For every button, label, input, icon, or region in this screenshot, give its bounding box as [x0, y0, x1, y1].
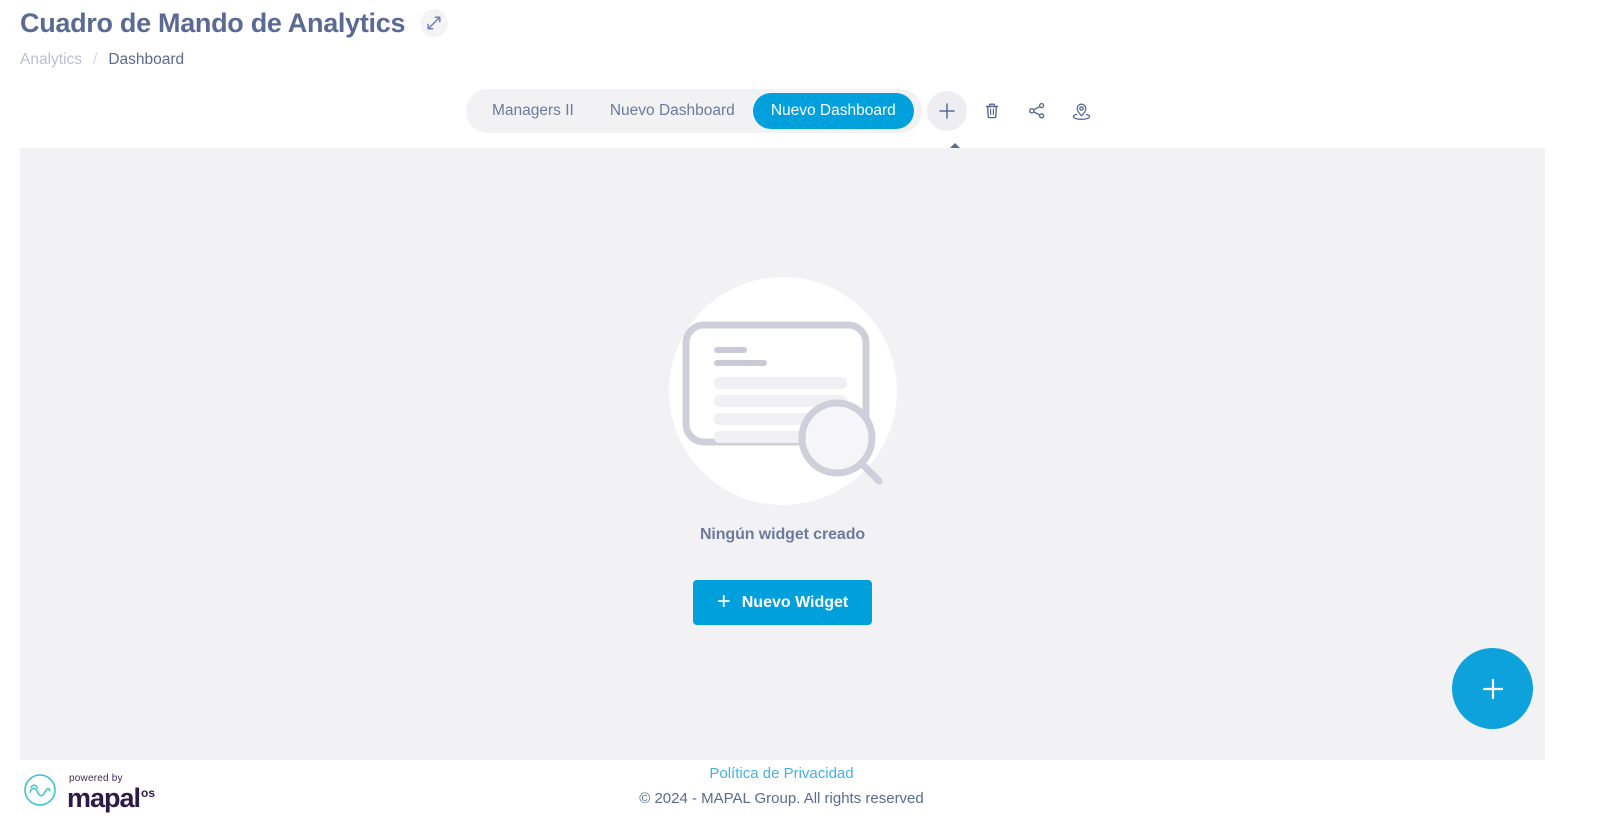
add-dashboard-button[interactable] — [926, 91, 967, 131]
tab-nuevo-dashboard-2[interactable]: Nuevo Dashboard — [752, 93, 914, 129]
tab-managers-ii[interactable]: Managers II — [474, 93, 592, 129]
location-pin-icon — [1071, 101, 1092, 122]
illustration-graphic — [682, 321, 882, 485]
empty-state-message: Ningún widget creado — [699, 526, 866, 543]
app-page: Cuadro de Mando de Analytics Analytics /… — [0, 0, 1600, 831]
page-title: Cuadro de Mando de Analytics — [20, 8, 406, 38]
breadcrumb-separator: / — [93, 51, 98, 68]
plus-icon — [1478, 674, 1508, 704]
page-footer: powered by mapal os Política de Privacid… — [0, 760, 1600, 831]
location-dashboard-button[interactable] — [1062, 91, 1102, 131]
dashboard-tabs: Managers II Nuevo Dashboard Nuevo Dashbo… — [466, 89, 922, 133]
add-widget-fab[interactable] — [1452, 648, 1533, 729]
plus-icon: + — [716, 587, 731, 615]
delete-dashboard-button[interactable] — [972, 91, 1012, 131]
dashboard-content-panel: Ningún widget creado + Nuevo Widget — [20, 148, 1545, 760]
trash-icon — [982, 101, 1002, 121]
new-widget-button[interactable]: + Nuevo Widget — [692, 580, 873, 625]
expand-icon — [427, 16, 441, 30]
privacy-policy-link[interactable]: Política de Privacidad — [709, 765, 853, 782]
document-search-illustration — [668, 277, 897, 505]
title-row: Cuadro de Mando de Analytics — [20, 6, 449, 40]
share-dashboard-button[interactable] — [1017, 91, 1057, 131]
dashboard-tabbar: Managers II Nuevo Dashboard Nuevo Dashbo… — [466, 89, 1102, 133]
tab-nuevo-dashboard-1[interactable]: Nuevo Dashboard — [592, 93, 753, 129]
breadcrumb: Analytics / Dashboard — [20, 50, 448, 70]
breadcrumb-item-analytics[interactable]: Analytics — [20, 50, 82, 70]
breadcrumb-item-dashboard: Dashboard — [108, 51, 185, 68]
share-icon — [1027, 101, 1047, 121]
expand-icon-button[interactable] — [420, 9, 449, 37]
copyright-text: © 2024 - MAPAL Group. All rights reserve… — [639, 790, 924, 807]
page-header: Cuadro de Mando de Analytics Analytics /… — [20, 6, 449, 70]
new-widget-button-label: Nuevo Widget — [741, 593, 849, 611]
footer-center: Política de Privacidad © 2024 - MAPAL Gr… — [0, 765, 1563, 807]
plus-icon — [937, 101, 957, 121]
